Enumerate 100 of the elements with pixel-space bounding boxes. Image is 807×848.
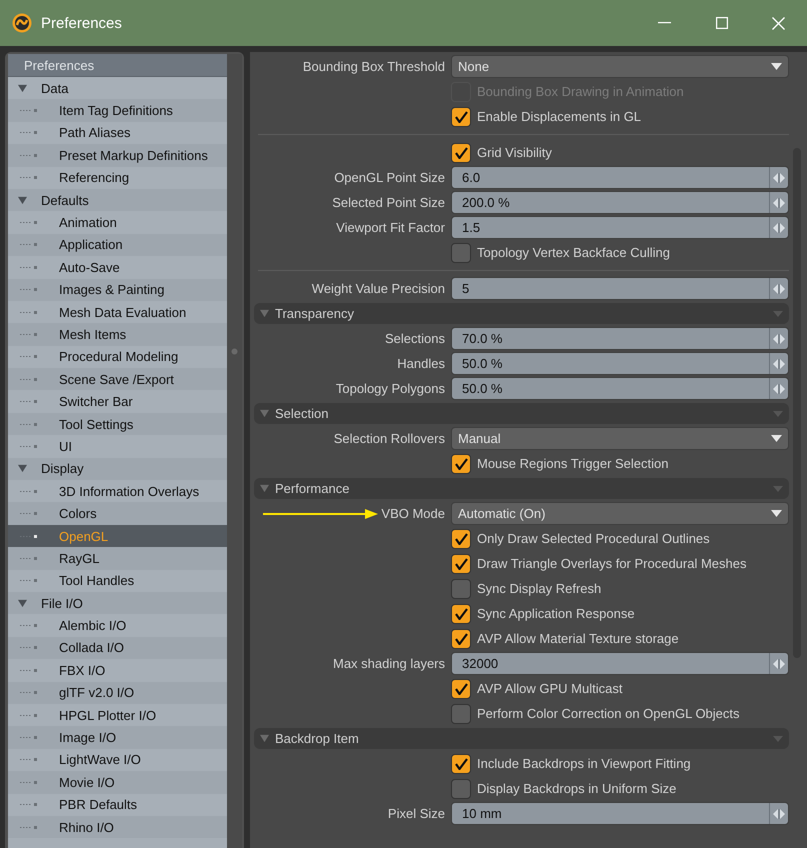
checkbox-label: AVP Allow GPU Multicast [477,681,622,696]
collapse-triangle-icon[interactable] [260,484,269,493]
checkmark-icon [454,558,468,570]
section-header[interactable]: Selection [254,403,789,424]
dropdown[interactable]: Manual [451,427,789,450]
number-field[interactable]: 32000 [451,652,789,675]
tree-item[interactable]: Movie I/O [8,771,227,794]
tree-item[interactable]: Application [8,234,227,256]
checkbox[interactable] [451,578,471,598]
minimize-icon [658,22,671,24]
checkbox[interactable] [451,142,471,162]
checkbox[interactable] [451,454,471,474]
checkbox-label: Draw Triangle Overlays for Procedural Meshes [477,556,746,571]
dropdown[interactable]: None [451,55,789,78]
tree-item[interactable]: Images & Painting [8,278,227,301]
checkmark-icon [454,758,468,770]
setting-label: Selected Point Size [332,195,445,210]
checkmark-icon [454,146,468,158]
number-field[interactable]: 6.0 [451,166,789,189]
tree-item[interactable]: Tool Settings [8,412,227,436]
expand-triangle-icon[interactable] [18,464,27,474]
setting-label: Weight Value Precision [312,281,445,296]
spinner-icon[interactable] [773,222,785,232]
caret-icon [773,410,783,416]
maximize-icon [716,17,728,29]
tree-item[interactable]: File I/O [8,592,227,614]
checkmark-icon [454,110,468,122]
tree-item[interactable]: Rhino I/O [8,816,227,838]
tree-item[interactable]: RayGL [8,547,227,570]
tree-item[interactable]: glTF v2.0 I/O [8,682,227,704]
section-header[interactable]: Performance [254,478,789,499]
checkbox[interactable] [451,678,471,698]
caret-icon [771,435,782,442]
spinner-icon[interactable] [773,172,785,182]
section-header[interactable]: Backdrop Item [254,728,789,749]
tree-item[interactable]: Colors [8,502,227,525]
setting-label: Handles [397,356,445,371]
spinner-icon[interactable] [773,658,785,668]
section-header[interactable]: Transparency [254,303,789,324]
splitter-handle-icon[interactable] [231,348,238,354]
checkbox[interactable] [451,528,471,548]
checkmark-icon [454,632,468,644]
checkbox-label: Topology Vertex Backface Culling [477,245,670,260]
expand-triangle-icon[interactable] [18,196,27,205]
setting-label: Bounding Box Threshold [302,59,445,74]
checkbox-label: Grid Visibility [477,145,552,160]
checkbox-label: Sync Application Response [477,606,635,621]
checkbox[interactable] [451,704,471,724]
tree-header: Preferences [8,54,227,77]
spinner-icon[interactable] [773,358,785,368]
number-field[interactable]: 200.0 % [451,191,789,214]
checkbox[interactable] [451,106,471,126]
expand-triangle-icon[interactable] [18,598,27,608]
collapse-triangle-icon[interactable] [260,734,269,743]
spinner-icon[interactable] [773,808,785,818]
checkbox[interactable] [451,554,471,574]
spinner-icon[interactable] [773,198,785,208]
tree-item[interactable]: Scene Save /Export [8,368,227,390]
tree-item[interactable]: Collada I/O [8,636,227,660]
number-field[interactable]: 5 [451,277,789,300]
setting-label: Viewport Fit Factor [336,220,445,235]
tree-item[interactable]: Defaults [8,188,227,212]
collapse-triangle-icon[interactable] [260,309,269,318]
setting-label: Selection Rollovers [334,431,445,446]
setting-label: OpenGL Point Size [334,170,445,185]
checkmark-icon [454,608,468,620]
checkbox[interactable] [451,628,471,648]
checkbox[interactable] [451,778,471,798]
tree-item[interactable]: Image I/O [8,726,227,749]
setting-label: Pixel Size [388,806,445,821]
app-logo-icon [12,13,32,33]
number-field[interactable]: 70.0 % [451,327,789,350]
spinner-icon[interactable] [773,334,785,344]
tree-item[interactable]: Preset Markup Definitions [8,144,227,167]
setting-label: Topology Polygons [336,381,445,396]
checkbox-label: Sync Display Refresh [477,581,602,596]
checkbox-label: Mouse Regions Trigger Selection [477,456,668,471]
window-title: Preferences [41,14,123,32]
spinner-icon[interactable] [773,384,785,394]
checkbox[interactable] [451,754,471,774]
number-field[interactable]: 50.0 % [451,377,789,400]
collapse-triangle-icon[interactable] [260,409,269,418]
checkbox[interactable] [451,242,471,262]
number-field[interactable]: 10 mm [451,802,789,825]
tree-item[interactable]: Display [8,458,227,480]
caret-icon [771,63,782,70]
number-field[interactable]: 50.0 % [451,352,789,375]
caret-icon [773,310,783,316]
checkbox[interactable] [451,604,471,624]
spinner-icon[interactable] [773,284,785,294]
expand-triangle-icon[interactable] [18,84,27,93]
number-field[interactable]: 1.5 [451,216,789,239]
checkmark-icon [454,532,468,544]
caret-icon [771,510,782,517]
tree-item[interactable]: Mesh Items [8,323,227,346]
checkbox-label: Only Draw Selected Procedural Outlines [477,531,710,546]
tree-item[interactable]: Item Tag Definitions [8,99,227,122]
setting-label: VBO Mode [381,506,445,521]
dropdown[interactable]: Automatic (On) [451,502,789,525]
checkbox-label: Include Backdrops in Viewport Fitting [477,756,691,771]
